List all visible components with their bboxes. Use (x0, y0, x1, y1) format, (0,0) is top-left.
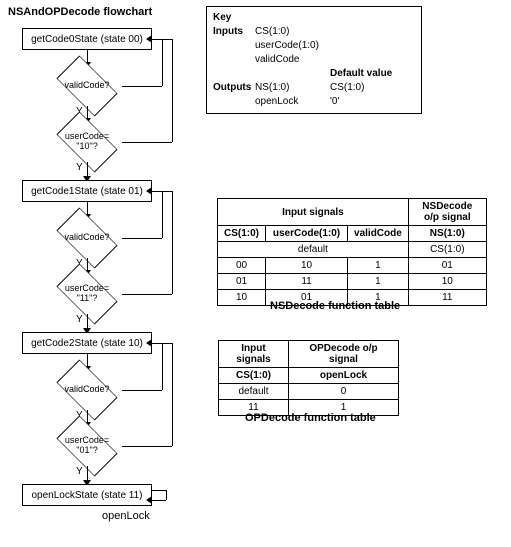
key-default-label: Default value (330, 67, 392, 81)
op-h1: openLock (289, 368, 399, 384)
ns-r0c2: 1 (348, 258, 409, 274)
op-group-output: OPDecode o/p signal (289, 341, 399, 368)
edge-y-1b: Y (76, 314, 83, 325)
key-inputs-label: Inputs (213, 25, 255, 39)
ns-r1c2: 1 (348, 274, 409, 290)
decision-valid-0: validCode? (52, 66, 122, 106)
op-table: Input signals OPDecode o/p signal CS(1:0… (218, 340, 399, 416)
state-10: getCode2State (state 10) (22, 332, 152, 354)
decision-valid-2: validCode? (52, 370, 122, 410)
key-default-0: CS(1:0) (330, 81, 364, 95)
state-00: getCode0State (state 00) (22, 28, 152, 50)
key-input-2: validCode (255, 53, 330, 67)
edge-y-0b: Y (76, 162, 83, 173)
ns-r0c3: 01 (408, 258, 486, 274)
key-outputs-label: Outputs (213, 81, 255, 95)
ns-h0: CS(1:0) (218, 226, 266, 242)
key-output-0: NS(1:0) (255, 81, 330, 95)
ns-r1c1: 11 (266, 274, 348, 290)
op-r0c1: 0 (289, 384, 399, 400)
key-input-1: userCode(1:0) (255, 39, 330, 53)
ns-r2c3: 11 (408, 290, 486, 306)
ns-r0c0: 00 (218, 258, 266, 274)
key-box: Key Inputs CS(1:0) userCode(1:0) validCo… (206, 6, 422, 114)
key-output-1: openLock (255, 95, 330, 109)
op-table-title: OPDecode function table (245, 412, 376, 424)
flowchart-title: NSAndOPDecode flowchart (8, 6, 152, 18)
state-11: openLockState (state 11) (22, 484, 152, 506)
edge-y-2b: Y (76, 466, 83, 477)
decision-valid-1: validCode? (52, 218, 122, 258)
ns-r2c0: 10 (218, 290, 266, 306)
ns-table: Input signals NSDecode o/p signal CS(1:0… (217, 198, 487, 306)
ns-group-output: NSDecode o/p signal (408, 199, 486, 226)
decision-uc10: userCode="10"? (52, 122, 122, 162)
state-01: getCode1State (state 01) (22, 180, 152, 202)
key-input-0: CS(1:0) (255, 25, 330, 39)
ns-table-title: NSDecode function table (270, 300, 400, 312)
op-group-input: Input signals (219, 341, 289, 368)
ns-group-input: Input signals (218, 199, 409, 226)
ns-default-out: CS(1:0) (408, 242, 486, 258)
op-r0c0: default (219, 384, 289, 400)
ns-r1c3: 10 (408, 274, 486, 290)
ns-h2: validCode (348, 226, 409, 242)
decision-uc11: userCode="11"? (52, 274, 122, 314)
ns-r0c1: 10 (266, 258, 348, 274)
op-h0: CS(1:0) (219, 368, 289, 384)
ns-h3: NS(1:0) (408, 226, 486, 242)
ns-default-in: default (218, 242, 409, 258)
ns-r1c0: 01 (218, 274, 266, 290)
decision-uc01: userCode="01"? (52, 426, 122, 466)
output-openlock: openLock (102, 510, 150, 522)
key-default-1: '0' (330, 95, 339, 109)
key-heading: Key (213, 11, 415, 25)
ns-h1: userCode(1:0) (266, 226, 348, 242)
